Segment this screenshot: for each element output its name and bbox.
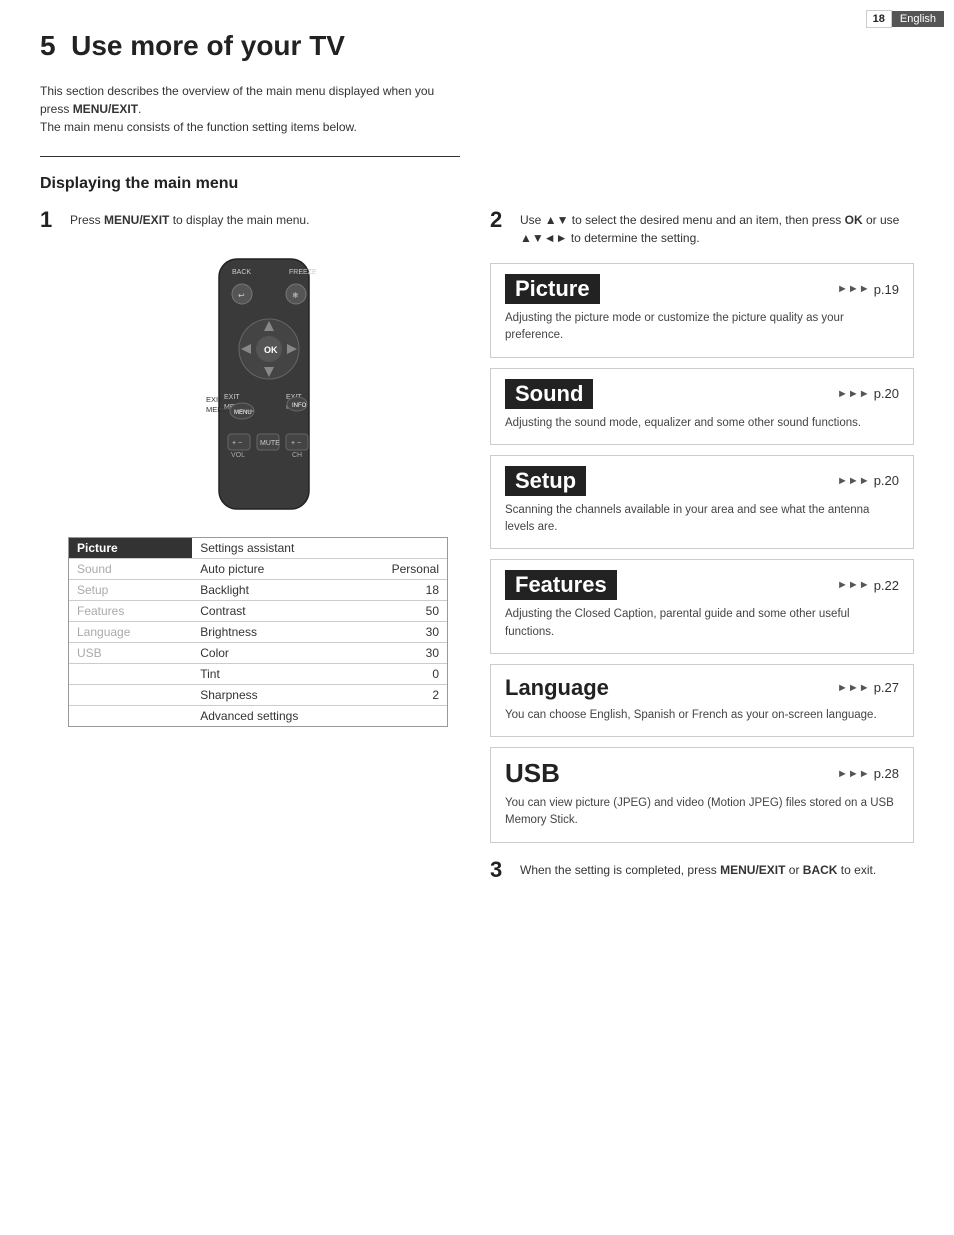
card-features-desc: Adjusting the Closed Caption, parental g… xyxy=(505,606,899,641)
card-usb-header: USB ►►► p.28 xyxy=(505,758,899,789)
card-language-desc: You can choose English, Spanish or Frenc… xyxy=(505,707,899,724)
card-sound: Sound ►►► p.20 Adjusting the sound mode,… xyxy=(490,368,914,445)
page-number: 18 xyxy=(866,10,892,28)
card-language-page: ►►► p.27 xyxy=(837,680,899,695)
svg-text:↩: ↩ xyxy=(238,291,245,300)
card-setup: Setup ►►► p.20 Scanning the channels ava… xyxy=(490,455,914,550)
card-language-title: Language xyxy=(505,675,609,701)
remote-container: BACK FREEZE ↩ ❄ OK xyxy=(68,249,460,519)
menu-item-features: Features xyxy=(69,601,192,622)
menu-backlight-val: 18 xyxy=(334,580,447,601)
step2-text: Use ▲▼ to select the desired menu and an… xyxy=(520,207,914,247)
card-usb-page: ►►► p.28 xyxy=(837,766,899,781)
card-usb: USB ►►► p.28 You can view picture (JPEG)… xyxy=(490,747,914,843)
svg-text:FREEZE: FREEZE xyxy=(289,269,317,276)
menu-contrast-val: 50 xyxy=(334,601,447,622)
svg-text:BACK: BACK xyxy=(232,269,251,276)
card-sound-header: Sound ►►► p.20 xyxy=(505,379,899,409)
menu-item-usb: USB xyxy=(69,643,192,664)
arrow-icon: ►►► xyxy=(837,283,870,295)
menu-tint-val: 0 xyxy=(334,664,447,685)
card-setup-page: ►►► p.20 xyxy=(837,473,899,488)
menu-advanced-settings: Advanced settings xyxy=(192,706,447,727)
step3-text: When the setting is completed, press MEN… xyxy=(520,857,876,883)
step1-text: Press MENU/EXIT to display the main menu… xyxy=(70,207,309,233)
card-features-title: Features xyxy=(505,570,617,600)
menu-auto-picture: Auto picture xyxy=(192,559,334,580)
card-picture-desc: Adjusting the picture mode or customize … xyxy=(505,310,899,345)
step-2: 2 Use ▲▼ to select the desired menu and … xyxy=(490,207,914,247)
menu-item-sound: Sound xyxy=(69,559,192,580)
menu-tint: Tint xyxy=(192,664,334,685)
svg-text:+ −: + − xyxy=(232,440,242,447)
menu-selected-item: Picture xyxy=(69,538,192,559)
intro-text: This section describes the overview of t… xyxy=(40,82,460,136)
card-features-header: Features ►►► p.22 xyxy=(505,570,899,600)
two-col-layout: 1 Press MENU/EXIT to display the main me… xyxy=(40,207,914,883)
svg-text:OK: OK xyxy=(264,345,278,355)
arrow-icon: ►►► xyxy=(837,579,870,591)
step2-number: 2 xyxy=(490,207,510,247)
menu-table: Picture Settings assistant Sound Auto pi… xyxy=(68,537,448,727)
card-usb-title: USB xyxy=(505,758,560,789)
section-heading: Displaying the main menu xyxy=(40,175,914,193)
menu-contrast: Contrast xyxy=(192,601,334,622)
svg-text:MUTE: MUTE xyxy=(260,440,280,447)
card-sound-page: ►►► p.20 xyxy=(837,386,899,401)
arrow-icon: ►►► xyxy=(837,388,870,400)
page-language: English xyxy=(892,11,944,27)
chapter-title-text: Use more of your TV xyxy=(71,30,345,61)
menu-backlight: Backlight xyxy=(192,580,334,601)
step-3: 3 When the setting is completed, press M… xyxy=(490,857,914,883)
arrow-icon: ►►► xyxy=(837,768,870,780)
card-features: Features ►►► p.22 Adjusting the Closed C… xyxy=(490,559,914,654)
card-sound-desc: Adjusting the sound mode, equalizer and … xyxy=(505,415,899,432)
right-column: 2 Use ▲▼ to select the desired menu and … xyxy=(490,207,914,883)
step1-number: 1 xyxy=(40,207,60,233)
step-1: 1 Press MENU/EXIT to display the main me… xyxy=(40,207,460,233)
menu-item-language: Language xyxy=(69,622,192,643)
menu-sharpness-val: 2 xyxy=(334,685,447,706)
card-usb-desc: You can view picture (JPEG) and video (M… xyxy=(505,795,899,830)
svg-text:VOL: VOL xyxy=(231,452,245,459)
remote-image: BACK FREEZE ↩ ❄ OK xyxy=(164,249,364,519)
svg-text:EXIT: EXIT xyxy=(224,394,240,401)
menu-color-val: 30 xyxy=(334,643,447,664)
card-language: Language ►►► p.27 You can choose English… xyxy=(490,664,914,737)
svg-text:❄: ❄ xyxy=(292,291,299,300)
card-setup-header: Setup ►►► p.20 xyxy=(505,466,899,496)
left-column: 1 Press MENU/EXIT to display the main me… xyxy=(40,207,460,727)
card-setup-desc: Scanning the channels available in your … xyxy=(505,502,899,537)
menu-item-setup: Setup xyxy=(69,580,192,601)
menu-color: Color xyxy=(192,643,334,664)
svg-text:EXIT: EXIT xyxy=(206,395,223,404)
arrow-icon: ►►► xyxy=(837,475,870,487)
menu-cards: Picture ►►► p.19 Adjusting the picture m… xyxy=(490,263,914,843)
menu-brightness: Brightness xyxy=(192,622,334,643)
card-setup-title: Setup xyxy=(505,466,586,496)
menu-brightness-val: 30 xyxy=(334,622,447,643)
card-picture: Picture ►►► p.19 Adjusting the picture m… xyxy=(490,263,914,358)
remote-svg: BACK FREEZE ↩ ❄ OK xyxy=(164,249,364,519)
arrow-icon: ►►► xyxy=(837,682,870,694)
main-content: 5 Use more of your TV This section descr… xyxy=(0,0,954,923)
menu-sharpness: Sharpness xyxy=(192,685,334,706)
card-sound-title: Sound xyxy=(505,379,593,409)
step3-number: 3 xyxy=(490,857,510,883)
page-bar: 18 English xyxy=(866,10,944,28)
card-picture-header: Picture ►►► p.19 xyxy=(505,274,899,304)
section-divider xyxy=(40,156,460,157)
card-picture-title: Picture xyxy=(505,274,600,304)
card-language-header: Language ►►► p.27 xyxy=(505,675,899,701)
menu-settings-assistant: Settings assistant xyxy=(192,538,447,559)
chapter-title: 5 Use more of your TV xyxy=(40,30,914,62)
svg-text:INFO: INFO xyxy=(292,403,307,409)
card-picture-page: ►►► p.19 xyxy=(837,282,899,297)
svg-text:MENU: MENU xyxy=(206,405,228,414)
svg-text:CH: CH xyxy=(292,452,302,459)
chapter-number: 5 xyxy=(40,30,56,61)
menu-auto-picture-val: Personal xyxy=(334,559,447,580)
card-features-page: ►►► p.22 xyxy=(837,578,899,593)
svg-text:+ −: + − xyxy=(291,440,301,447)
